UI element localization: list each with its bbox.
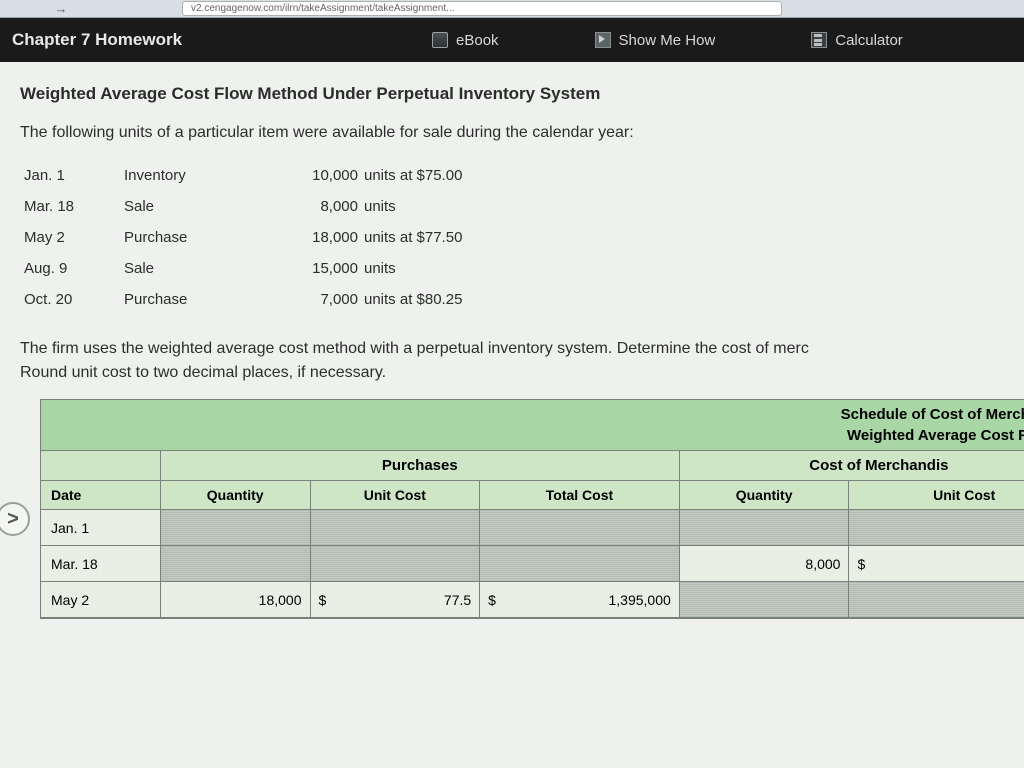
trans-desc: units at $75.00 <box>364 167 462 184</box>
trans-qty: 10,000 <box>284 167 364 184</box>
dollar-sign: $ <box>319 592 327 608</box>
trans-type: Sale <box>124 198 284 215</box>
hdr-unit-cost2: Unit Cost <box>849 481 1024 509</box>
purchases-section-label: Purchases <box>161 451 680 480</box>
trans-type: Sale <box>124 260 284 277</box>
schedule-title: Schedule of Cost of Merchandis Weighted … <box>41 400 1024 451</box>
trans-date: May 2 <box>24 229 124 246</box>
trans-qty: 7,000 <box>284 291 364 308</box>
instructions-text: The firm uses the weighted average cost … <box>20 337 1004 385</box>
book-icon <box>432 32 448 48</box>
cell-disabled <box>161 510 311 545</box>
trans-desc: units at $80.25 <box>364 291 462 308</box>
show-me-how-link[interactable]: Show Me How <box>595 32 716 49</box>
hdr-unit-cost: Unit Cost <box>311 481 481 509</box>
schedule-table: Schedule of Cost of Merchandis Weighted … <box>40 399 1024 619</box>
cell-disabled <box>680 582 850 617</box>
intro-text: The following units of a particular item… <box>20 124 1004 142</box>
schedule-section-header: Purchases Cost of Merchandis <box>41 451 1024 481</box>
cell-unitcost-input[interactable]: $ 77.5 <box>311 582 481 617</box>
table-row: Mar. 18 8,000 $ 75 <box>41 546 1024 582</box>
trans-qty: 15,000 <box>284 260 364 277</box>
schedule-column-header: Date Quantity Unit Cost Total Cost Quant… <box>41 481 1024 510</box>
cell-qty-input[interactable]: 8,000 <box>680 546 850 581</box>
cell-qty-input[interactable]: 18,000 <box>161 582 311 617</box>
transactions-list: Jan. 1 Inventory 10,000 units at $75.00 … <box>24 160 1004 315</box>
transaction-row: Aug. 9 Sale 15,000 units <box>24 253 1004 284</box>
schedule-title-line1: Schedule of Cost of Merchandis <box>51 406 1024 423</box>
cell-disabled <box>680 510 850 545</box>
transaction-row: Mar. 18 Sale 8,000 units <box>24 191 1004 222</box>
table-row: Jan. 1 <box>41 510 1024 546</box>
cell-disabled <box>849 510 1024 545</box>
cell-disabled <box>849 582 1024 617</box>
trans-type: Inventory <box>124 167 284 184</box>
cell-date: May 2 <box>41 582 161 617</box>
cell-disabled <box>480 546 680 581</box>
cogs-section-label: Cost of Merchandis <box>680 451 1024 480</box>
calculator-link[interactable]: Calculator <box>811 32 903 49</box>
cell-unitcost-input[interactable]: $ 75 <box>849 546 1024 581</box>
nav-forward-icon[interactable]: → <box>50 1 72 17</box>
topbar: Chapter 7 Homework eBook Show Me How Cal… <box>0 18 1024 62</box>
trans-date: Oct. 20 <box>24 291 124 308</box>
trans-date: Jan. 1 <box>24 167 124 184</box>
dollar-sign: $ <box>857 556 865 572</box>
transaction-row: Jan. 1 Inventory 10,000 units at $75.00 <box>24 160 1004 191</box>
hdr-total-cost: Total Cost <box>480 481 680 509</box>
problem-heading: Weighted Average Cost Flow Method Under … <box>20 84 1004 104</box>
cell-disabled <box>480 510 680 545</box>
trans-qty: 18,000 <box>284 229 364 246</box>
transaction-row: Oct. 20 Purchase 7,000 units at $80.25 <box>24 284 1004 315</box>
expand-button[interactable]: > <box>0 502 30 536</box>
cell-disabled <box>311 546 481 581</box>
trans-desc: units <box>364 198 396 215</box>
trans-desc: units at $77.50 <box>364 229 462 246</box>
trans-desc: units <box>364 260 396 277</box>
dollar-sign: $ <box>488 592 496 608</box>
hdr-qty2: Quantity <box>680 481 850 509</box>
browser-chrome: → v2.cengagenow.com/ilrn/takeAssignment/… <box>0 0 1024 18</box>
video-icon <box>595 32 611 48</box>
hdr-qty: Quantity <box>161 481 311 509</box>
calculator-icon <box>811 32 827 48</box>
assignment-title: Chapter 7 Homework <box>12 30 432 50</box>
cell-date: Jan. 1 <box>41 510 161 545</box>
cell-disabled <box>311 510 481 545</box>
hdr-date: Date <box>41 481 161 509</box>
url-bar[interactable]: v2.cengagenow.com/ilrn/takeAssignment/ta… <box>182 1 782 16</box>
trans-type: Purchase <box>124 229 284 246</box>
cell-totalcost-input[interactable]: $ 1,395,000 <box>480 582 680 617</box>
content-pane: Weighted Average Cost Flow Method Under … <box>0 62 1024 768</box>
trans-date: Aug. 9 <box>24 260 124 277</box>
instructions-line1: The firm uses the weighted average cost … <box>20 340 809 357</box>
table-row: May 2 18,000 $ 77.5 $ 1,395,000 <box>41 582 1024 618</box>
trans-qty: 8,000 <box>284 198 364 215</box>
show-me-how-label: Show Me How <box>619 32 716 49</box>
instructions-line2: Round unit cost to two decimal places, i… <box>20 364 386 381</box>
schedule-title-line2: Weighted Average Cost Flow M <box>51 427 1024 444</box>
trans-type: Purchase <box>124 291 284 308</box>
chevron-right-icon: > <box>7 508 19 531</box>
trans-date: Mar. 18 <box>24 198 124 215</box>
cell-disabled <box>161 546 311 581</box>
calculator-label: Calculator <box>835 32 903 49</box>
ebook-label: eBook <box>456 32 499 49</box>
ebook-link[interactable]: eBook <box>432 32 499 49</box>
transaction-row: May 2 Purchase 18,000 units at $77.50 <box>24 222 1004 253</box>
cell-date: Mar. 18 <box>41 546 161 581</box>
